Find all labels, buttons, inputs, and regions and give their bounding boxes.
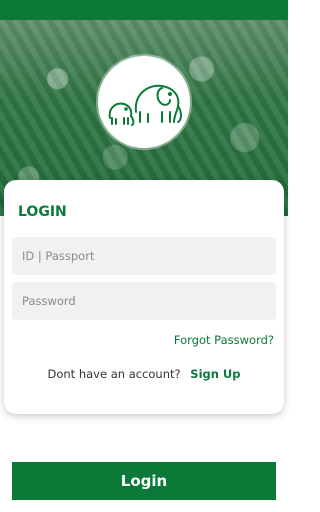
signup-link[interactable]: Sign Up: [190, 367, 240, 381]
login-card: LOGIN Forgot Password? Dont have an acco…: [4, 180, 284, 414]
login-button[interactable]: Login: [12, 462, 276, 500]
signup-row: Dont have an account? Sign Up: [4, 367, 284, 381]
no-account-text: Dont have an account?: [47, 367, 181, 381]
password-input[interactable]: [12, 282, 276, 320]
elephants-icon: [108, 84, 182, 126]
forgot-password-link[interactable]: Forgot Password?: [174, 333, 274, 347]
card-title: LOGIN: [18, 204, 67, 220]
id-passport-input[interactable]: [12, 237, 276, 275]
logo: [98, 56, 190, 148]
status-bar: [0, 0, 288, 20]
